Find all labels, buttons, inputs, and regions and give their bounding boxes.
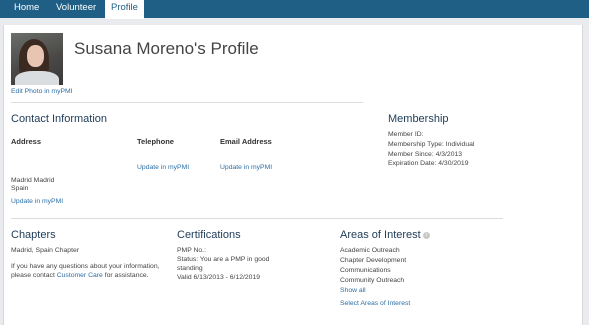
tab-volunteer[interactable]: Volunteer — [50, 0, 102, 18]
contact-heading: Contact Information — [11, 113, 107, 125]
help-text-prefix: please contact — [11, 272, 57, 279]
telephone-update-link[interactable]: Update in myPMI — [137, 163, 189, 172]
info-icon[interactable]: i — [422, 231, 430, 239]
chapters-heading: Chapters — [11, 229, 56, 241]
help-text-suffix: for assistance. — [102, 272, 149, 279]
divider-middle — [11, 218, 503, 219]
membership-heading: Membership — [388, 113, 449, 125]
edit-photo-link[interactable]: Edit Photo in myPMI — [11, 87, 73, 96]
pmp-status-line1: Status: You are a PMP in good — [177, 256, 270, 263]
profile-photo — [11, 33, 63, 85]
top-navbar: Home Volunteer Profile — [0, 0, 589, 19]
membership-type: Membership Type: Individual — [388, 141, 475, 148]
tab-profile[interactable]: Profile — [105, 0, 144, 19]
show-all-link[interactable]: Show all — [340, 286, 366, 295]
interest-item: Community Outreach — [340, 277, 405, 284]
pmp-valid-dates: Valid 6/13/2013 - 6/12/2019 — [177, 274, 261, 281]
help-text-line1: If you have any questions about your inf… — [11, 263, 160, 270]
tab-home[interactable]: Home — [8, 0, 45, 18]
expiration-date: Expiration Date: 4/30/2019 — [388, 160, 469, 167]
help-text-line2: please contact Customer Care for assista… — [11, 271, 149, 280]
select-interests-link[interactable]: Select Areas of Interest — [340, 299, 410, 308]
page-title: Susana Moreno's Profile — [74, 39, 259, 58]
telephone-label: Telephone — [137, 137, 174, 146]
member-since: Member Since: 4/3/2013 — [388, 151, 463, 158]
interests-heading: Areas of Interest — [340, 229, 421, 241]
divider-top — [11, 102, 363, 103]
email-label: Email Address — [220, 137, 272, 146]
address-label: Address — [11, 137, 42, 146]
member-id: Member ID: — [388, 131, 424, 138]
interests-heading-row: Areas of Interest i — [340, 229, 430, 241]
interest-item: Communications — [340, 267, 391, 274]
customer-care-link[interactable]: Customer Care — [57, 272, 103, 279]
address-update-link[interactable]: Update in myPMI — [11, 197, 63, 206]
interest-item: Chapter Development — [340, 257, 407, 264]
chapter-name: Madrid, Spain Chapter — [11, 247, 80, 254]
interest-item: Academic Outreach — [340, 247, 400, 254]
address-line2: Spain — [11, 185, 29, 192]
certifications-heading: Certifications — [177, 229, 241, 241]
pmp-number: PMP No.: — [177, 247, 206, 254]
pmp-status-line2: standing — [177, 265, 203, 272]
email-update-link[interactable]: Update in myPMI — [220, 163, 272, 172]
